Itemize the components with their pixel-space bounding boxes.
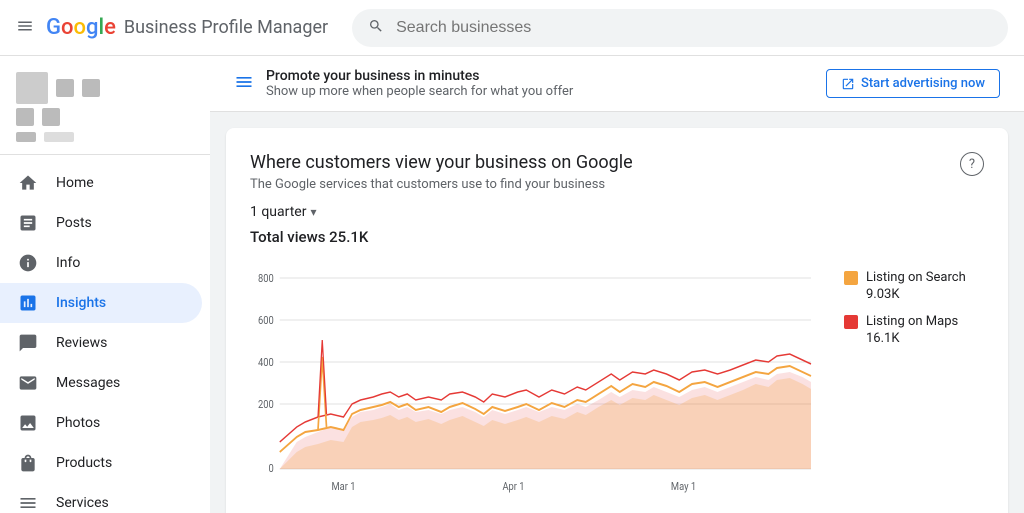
sidebar-label-home: Home bbox=[56, 175, 94, 191]
sidebar-label-insights: Insights bbox=[56, 295, 106, 311]
card-header: Where customers view your business on Go… bbox=[250, 152, 984, 192]
svg-text:Mar 1: Mar 1 bbox=[332, 481, 356, 493]
dropdown-arrow-icon: ▾ bbox=[310, 205, 316, 219]
promo-text: Promote your business in minutes Show up… bbox=[266, 68, 573, 99]
info-icon bbox=[16, 251, 40, 275]
card-title: Where customers view your business on Go… bbox=[250, 152, 633, 173]
sidebar-item-products[interactable]: Products bbox=[0, 443, 202, 483]
sidebar-item-reviews[interactable]: Reviews bbox=[0, 323, 202, 363]
avatar-small-2 bbox=[82, 79, 100, 97]
svg-text:800: 800 bbox=[258, 273, 274, 285]
photos-icon bbox=[16, 411, 40, 435]
posts-icon bbox=[16, 211, 40, 235]
chart-container: 800 600 400 200 0 bbox=[250, 262, 984, 506]
promo-title: Promote your business in minutes bbox=[266, 68, 573, 84]
sidebar: Home Posts Info Insights Reviews bbox=[0, 56, 210, 513]
quarter-label: 1 quarter bbox=[250, 204, 306, 220]
legend-dot-maps bbox=[844, 315, 858, 329]
quarter-selector[interactable]: 1 quarter ▾ bbox=[250, 204, 317, 220]
sidebar-label-messages: Messages bbox=[56, 375, 120, 391]
messages-icon bbox=[16, 371, 40, 395]
products-icon bbox=[16, 451, 40, 475]
legend-item-search: Listing on Search 9.03K bbox=[844, 270, 984, 302]
search-input[interactable] bbox=[396, 19, 992, 37]
insights-card: Where customers view your business on Go… bbox=[226, 128, 1008, 513]
business-card bbox=[0, 64, 210, 155]
promo-subtitle: Show up more when people search for what… bbox=[266, 84, 573, 99]
chart-area: 800 600 400 200 0 bbox=[250, 262, 828, 506]
sidebar-item-insights[interactable]: Insights bbox=[0, 283, 202, 323]
chart-legend: Listing on Search 9.03K Listing on Maps … bbox=[844, 262, 984, 506]
search-bar[interactable] bbox=[352, 9, 1008, 47]
legend-label-maps: Listing on Maps bbox=[866, 314, 958, 329]
promo-banner: Promote your business in minutes Show up… bbox=[210, 56, 1024, 112]
google-logo: Google bbox=[46, 15, 116, 40]
sidebar-label-products: Products bbox=[56, 455, 112, 471]
avatar-small-4 bbox=[42, 108, 60, 126]
svg-text:400: 400 bbox=[258, 357, 274, 369]
chart-svg: 800 600 400 200 0 bbox=[250, 262, 828, 502]
sidebar-label-photos: Photos bbox=[56, 415, 100, 431]
services-icon bbox=[16, 491, 40, 513]
svg-text:600: 600 bbox=[258, 315, 274, 327]
home-icon bbox=[16, 171, 40, 195]
svg-text:Apr 1: Apr 1 bbox=[502, 481, 524, 493]
avatar-small-1 bbox=[56, 79, 74, 97]
insights-help-icon[interactable]: ? bbox=[960, 152, 984, 176]
promo-icon bbox=[234, 72, 254, 96]
topbar: Google Business Profile Manager bbox=[0, 0, 1024, 56]
svg-text:May 1: May 1 bbox=[671, 481, 696, 493]
sidebar-label-info: Info bbox=[56, 255, 80, 271]
legend-value-maps: 16.1K bbox=[866, 331, 984, 346]
sidebar-item-posts[interactable]: Posts bbox=[0, 203, 202, 243]
content-area: Promote your business in minutes Show up… bbox=[210, 56, 1024, 513]
sidebar-item-messages[interactable]: Messages bbox=[0, 363, 202, 403]
menu-icon[interactable] bbox=[16, 17, 34, 39]
sidebar-label-reviews: Reviews bbox=[56, 335, 107, 351]
insights-icon bbox=[16, 291, 40, 315]
app-title: Business Profile Manager bbox=[124, 17, 328, 38]
card-header-text: Where customers view your business on Go… bbox=[250, 152, 633, 192]
search-icon bbox=[368, 18, 384, 38]
total-views: Total views 25.1K bbox=[250, 228, 984, 246]
svg-text:0: 0 bbox=[269, 463, 274, 475]
sidebar-item-home[interactable]: Home bbox=[0, 163, 202, 203]
sidebar-item-info[interactable]: Info bbox=[0, 243, 202, 283]
legend-value-search: 9.03K bbox=[866, 287, 984, 302]
legend-dot-search bbox=[844, 271, 858, 285]
sidebar-label-services: Services bbox=[56, 495, 109, 511]
biz-detail-block bbox=[16, 132, 36, 142]
sidebar-label-posts: Posts bbox=[56, 215, 92, 231]
legend-item-maps: Listing on Maps 16.1K bbox=[844, 314, 984, 346]
legend-label-search: Listing on Search bbox=[866, 270, 966, 285]
biz-detail-block2 bbox=[44, 132, 74, 142]
sidebar-item-photos[interactable]: Photos bbox=[0, 403, 202, 443]
start-advertising-button[interactable]: Start advertising now bbox=[826, 69, 1000, 98]
main-layout: Home Posts Info Insights Reviews bbox=[0, 56, 1024, 513]
svg-text:200: 200 bbox=[258, 399, 274, 411]
reviews-icon bbox=[16, 331, 40, 355]
card-subtitle: The Google services that customers use t… bbox=[250, 177, 633, 192]
sidebar-item-services[interactable]: Services bbox=[0, 483, 202, 513]
avatar bbox=[16, 72, 48, 104]
avatar-small-3 bbox=[16, 108, 34, 126]
promo-cta-label: Start advertising now bbox=[861, 76, 985, 91]
